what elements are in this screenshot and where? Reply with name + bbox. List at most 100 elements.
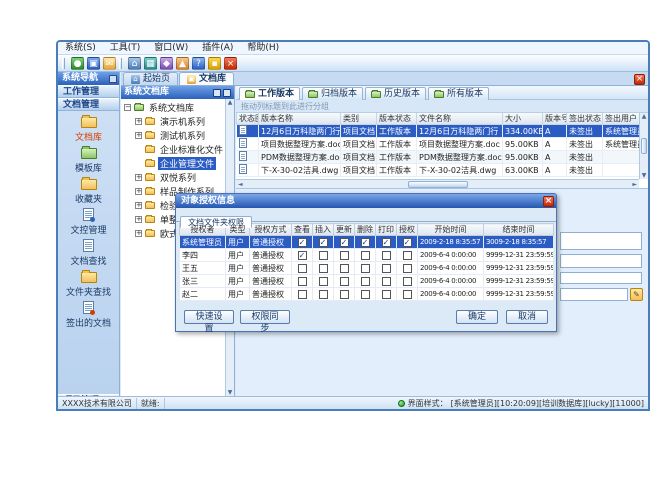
mail-icon[interactable]: ✉ [103, 57, 116, 70]
delete-checkbox[interactable] [361, 277, 370, 286]
chart-icon[interactable]: ▲ [176, 57, 189, 70]
cell-checkout-user[interactable]: 系统管理员 [603, 125, 643, 138]
cell-version-status[interactable]: 工作版本 [377, 164, 417, 177]
nav-section-doc[interactable]: 文档管理 [58, 98, 119, 111]
cell-file-name[interactable]: 项目数据整理方案.doc [417, 138, 503, 151]
col-checkout-user[interactable]: 签出用户 [603, 113, 643, 125]
cell-auth-mode[interactable]: 普通授权 [250, 288, 292, 301]
authorize-checkbox[interactable] [403, 251, 412, 260]
view-checkbox[interactable] [298, 264, 307, 273]
table-row[interactable]: PDM数据整理方案.doc 项目文档 工作版本 PDM数据整理方案.doc 95… [237, 151, 643, 164]
scroll-thumb[interactable] [641, 138, 647, 154]
cell-checkout-status[interactable]: 未签出 [567, 164, 603, 177]
scroll-up-icon[interactable]: ▲ [640, 113, 648, 120]
nav-item-favorites[interactable]: 收藏夹 [58, 176, 119, 207]
cell-checkout-status[interactable]: 未签出 [567, 138, 603, 151]
delete-checkbox[interactable] [361, 264, 370, 273]
cell-size[interactable]: 63.00KB [503, 164, 543, 177]
scroll-left-icon[interactable]: ◄ [236, 181, 243, 188]
view-checkbox[interactable]: ✓ [298, 251, 307, 260]
tree-node[interactable]: + 双悦系列 [121, 170, 225, 184]
authorize-checkbox[interactable]: ✓ [403, 238, 412, 247]
authorize-checkbox[interactable] [403, 264, 412, 273]
insert-checkbox[interactable]: ✓ [319, 238, 328, 247]
nav-pin-icon[interactable] [109, 75, 117, 83]
cell-category[interactable]: 项目文档 [341, 164, 377, 177]
col-checkout-status[interactable]: 签出状态 [567, 113, 603, 125]
table-row[interactable]: 系统管理员 用户 普通授权 ✓ ✓ ✓ ✓ ✓ ✓ 2009-2-18 8:35… [180, 236, 554, 249]
cell-start-time[interactable]: 2009-6-4 0:00:00 [418, 249, 484, 262]
insert-checkbox[interactable] [319, 277, 328, 286]
cell-version-name[interactable]: 下-X-30-02洁具.dwg [259, 164, 341, 177]
perm-sync-button[interactable]: 权限同步 [240, 310, 290, 324]
table-row[interactable]: 李四 用户 普通授权 ✓ 2009-6-4 0:00:00 9999-12-31… [180, 249, 554, 262]
collapse-icon[interactable]: − [124, 104, 131, 111]
col-status-icon[interactable]: 状态图 [237, 113, 259, 125]
nav-item-template-library[interactable]: 模板库 [58, 145, 119, 176]
cell-end-time[interactable]: 3009-2-18 8:35:57 [484, 236, 554, 249]
tab-all-versions[interactable]: 所有版本 [428, 87, 489, 100]
expand-icon[interactable]: + [135, 132, 142, 139]
cell-end-time[interactable]: 9999-12-31 23:59:59 [484, 262, 554, 275]
col-update[interactable]: 更新 [334, 224, 355, 236]
cell-checkout-user[interactable] [603, 151, 643, 164]
cell-version-status[interactable]: 工作版本 [377, 138, 417, 151]
cell-version-name[interactable]: 项目数据整理方案.doc [259, 138, 341, 151]
dialog-title-bar[interactable]: 对象授权信息 × [176, 194, 556, 208]
delete-checkbox[interactable]: ✓ [361, 238, 370, 247]
authorize-checkbox[interactable] [403, 290, 412, 299]
home-icon[interactable]: ⌂ [128, 57, 141, 70]
insert-checkbox[interactable] [319, 251, 328, 260]
cell-end-time[interactable]: 9999-12-31 23:59:59 [484, 288, 554, 301]
plugin-icon[interactable]: ◆ [160, 57, 173, 70]
cancel-button[interactable]: 取消 [506, 310, 548, 324]
property-field[interactable] [560, 232, 642, 250]
table-row[interactable]: 下-X-30-02洁具.dwg 项目文档 工作版本 下-X-30-02洁具.dw… [237, 164, 643, 177]
cell-grantee[interactable]: 赵二 [180, 288, 226, 301]
cell-start-time[interactable]: 2009-2-18 8:35:57 [418, 236, 484, 249]
print-checkbox[interactable] [382, 277, 391, 286]
tab-start-page[interactable]: ⌂ 起始页 [123, 72, 178, 85]
cell-version-name[interactable]: 12月6日万科隐两门行 [259, 125, 341, 138]
cell-checkout-user[interactable]: 系统管理员 [603, 138, 643, 151]
menu-help[interactable]: 帮助(H) [240, 42, 286, 55]
nav-item-doc-control[interactable]: 文控管理 [58, 207, 119, 238]
cell-grantee[interactable]: 张三 [180, 275, 226, 288]
expand-icon[interactable]: + [135, 216, 142, 223]
cell-type[interactable]: 用户 [226, 262, 250, 275]
cell-size[interactable]: 95.00KB [503, 138, 543, 151]
property-field[interactable] [560, 254, 642, 268]
nav-item-doc-library[interactable]: 文档库 [58, 114, 119, 145]
cell-size[interactable]: 334.00KB [503, 125, 543, 138]
cell-version-no[interactable]: A [543, 125, 567, 138]
col-delete[interactable]: 删除 [355, 224, 376, 236]
tab-doc-library[interactable]: ▣ 文档库 [179, 72, 234, 85]
table-row[interactable]: 赵二 用户 普通授权 2009-6-4 0:00:00 9999-12-31 2… [180, 288, 554, 301]
cell-grantee[interactable]: 李四 [180, 249, 226, 262]
quick-set-button[interactable]: 快速设置 [184, 310, 234, 324]
cell-start-time[interactable]: 2009-6-4 0:00:00 [418, 275, 484, 288]
cell-category[interactable]: 项目文档 [341, 125, 377, 138]
cell-auth-mode[interactable]: 普通授权 [250, 275, 292, 288]
table-row[interactable]: 项目数据整理方案.doc 项目文档 工作版本 项目数据整理方案.doc 95.0… [237, 138, 643, 151]
ok-button[interactable]: 确定 [456, 310, 498, 324]
nav-item-checked-out-docs[interactable]: 签出的文档 [58, 300, 119, 331]
scroll-thumb[interactable] [408, 181, 468, 188]
cell-start-time[interactable]: 2009-6-4 0:00:00 [418, 288, 484, 301]
exit-icon[interactable]: × [224, 57, 237, 70]
update-checkbox[interactable] [340, 251, 349, 260]
update-checkbox[interactable] [340, 264, 349, 273]
cell-version-no[interactable]: A [543, 138, 567, 151]
table-horizontal-scrollbar[interactable]: ◄ ► [236, 179, 639, 188]
lock-icon[interactable]: ▪ [208, 57, 221, 70]
cell-size[interactable]: 95.00KB [503, 151, 543, 164]
cell-version-no[interactable]: A [543, 164, 567, 177]
authorize-checkbox[interactable] [403, 277, 412, 286]
cell-checkout-status[interactable]: 未签出 [567, 125, 603, 138]
print-checkbox[interactable] [382, 251, 391, 260]
expand-icon[interactable]: + [135, 202, 142, 209]
delete-checkbox[interactable] [361, 290, 370, 299]
cell-type[interactable]: 用户 [226, 288, 250, 301]
menu-window[interactable]: 窗口(W) [147, 42, 195, 55]
col-end-time[interactable]: 结束时间 [484, 224, 554, 236]
